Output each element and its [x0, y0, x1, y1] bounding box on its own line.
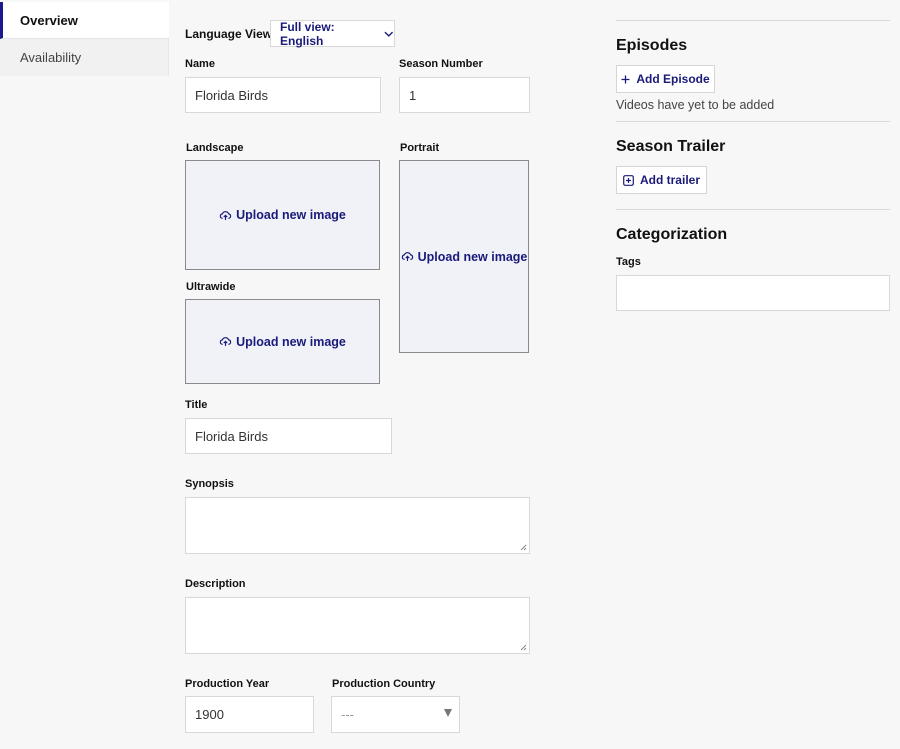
name-label: Name: [185, 58, 215, 70]
synopsis-textarea[interactable]: [185, 497, 530, 554]
tags-input[interactable]: [616, 275, 890, 311]
title-label: Title: [185, 399, 208, 411]
name-input[interactable]: Florida Birds: [185, 77, 381, 113]
episodes-empty-text: Videos have yet to be added: [616, 98, 775, 112]
episodes-heading: Episodes: [616, 37, 688, 54]
description-label: Description: [185, 578, 246, 590]
tags-label: Tags: [616, 256, 641, 268]
upload-text: Upload new image: [236, 208, 346, 222]
divider: [616, 209, 890, 210]
production-country-select[interactable]: ---: [331, 696, 460, 733]
divider: [616, 121, 890, 122]
language-view-selected: Full view: English: [280, 19, 335, 48]
caret-down-icon: [444, 709, 452, 717]
resize-handle-icon[interactable]: [520, 644, 527, 651]
language-view-label: Language View: [185, 27, 273, 41]
language-view-dropdown[interactable]: Full view: English: [270, 19, 395, 48]
chevron-down-icon: [384, 31, 394, 37]
landscape-label: Landscape: [186, 142, 244, 154]
production-year-label: Production Year: [185, 678, 270, 690]
title-value: Florida Birds: [195, 428, 268, 444]
ultrawide-label: Ultrawide: [186, 281, 236, 293]
cloud-upload-icon: [219, 210, 232, 220]
sidebar-nav: Overview Availability: [0, 0, 169, 76]
cloud-upload-icon: [219, 337, 232, 346]
production-year-value: 1900: [195, 707, 224, 722]
ultrawide-upload[interactable]: Upload new image: [185, 299, 380, 384]
production-year-input[interactable]: 1900: [185, 696, 314, 733]
sidebar-item-label: Availability: [20, 50, 82, 65]
portrait-upload[interactable]: Upload new image: [399, 160, 529, 353]
add-episode-button[interactable]: Add Episode: [616, 65, 715, 93]
add-trailer-label: Add trailer: [639, 173, 700, 187]
plus-icon: [621, 75, 630, 83]
add-trailer-button[interactable]: Add trailer: [616, 166, 707, 194]
season-number-value: 1: [409, 87, 417, 103]
portrait-label: Portrait: [400, 142, 440, 154]
production-country-label: Production Country: [332, 678, 436, 690]
upload-text: Upload new image: [417, 249, 528, 264]
production-country-value: ---: [341, 707, 354, 722]
upload-text: Upload new image: [236, 334, 346, 349]
sidebar-item-label: Overview: [20, 12, 78, 28]
cloud-upload-icon: [401, 252, 413, 261]
landscape-upload[interactable]: Upload new image: [185, 160, 380, 270]
synopsis-label: Synopsis: [185, 478, 234, 490]
divider: [616, 20, 890, 21]
title-input[interactable]: Florida Birds: [185, 418, 392, 454]
name-value: Florida Birds: [195, 87, 268, 103]
season-trailer-heading: Season Trailer: [616, 138, 726, 155]
add-episode-label: Add Episode: [636, 72, 710, 86]
resize-handle-icon[interactable]: [520, 544, 527, 551]
sidebar-item-overview[interactable]: Overview: [0, 2, 169, 39]
description-textarea[interactable]: [185, 597, 530, 654]
season-number-label: Season Number: [399, 58, 483, 70]
sidebar-item-availability[interactable]: Availability: [0, 39, 169, 76]
categorization-heading: Categorization: [616, 226, 728, 243]
season-number-input[interactable]: 1: [399, 77, 530, 113]
plus-square-icon: [623, 174, 634, 186]
